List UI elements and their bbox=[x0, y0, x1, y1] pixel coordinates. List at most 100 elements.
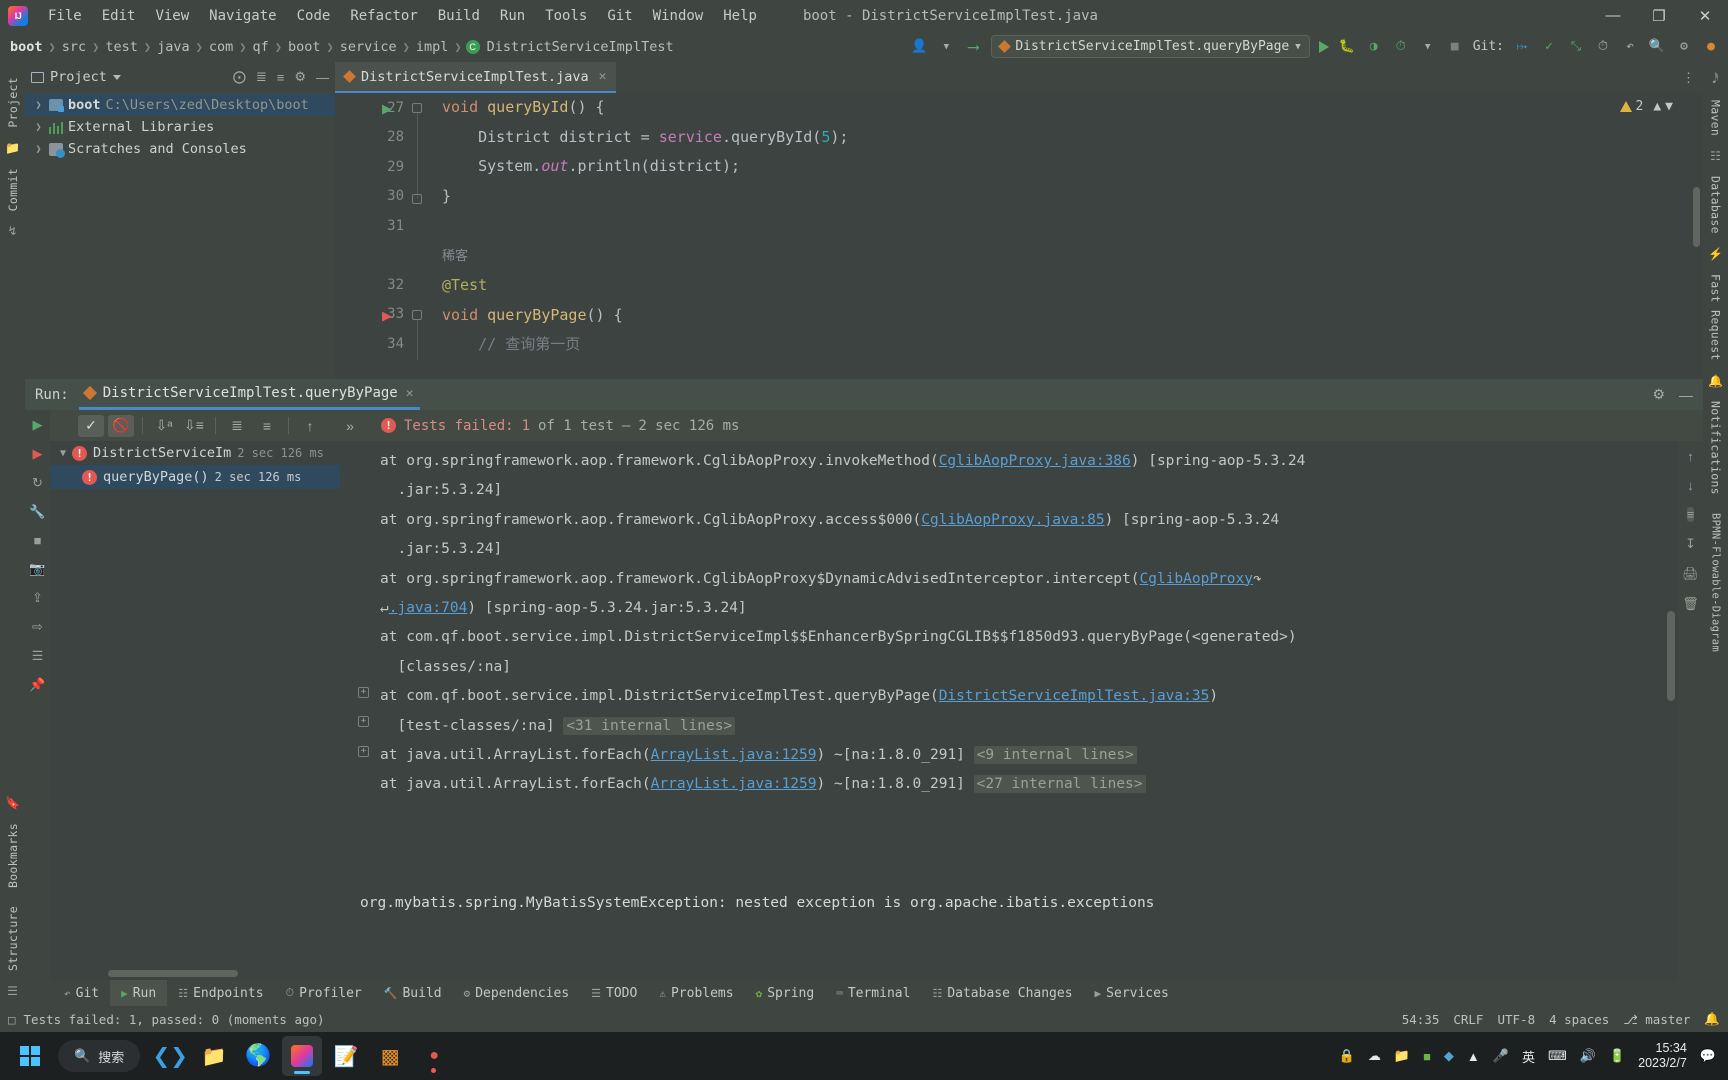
breadcrumb-com[interactable]: com bbox=[207, 39, 235, 55]
inspection-widget[interactable]: 2 ▲ ▼ bbox=[1619, 99, 1673, 114]
commit-icon[interactable]: ↯ bbox=[7, 220, 17, 242]
taskbar-notes-icon[interactable]: 📝 bbox=[326, 1036, 366, 1076]
tray-mic-icon[interactable]: 🎤 bbox=[1493, 1048, 1509, 1064]
breadcrumb-boot[interactable]: boot bbox=[8, 39, 45, 55]
status-message[interactable]: Tests failed: 1, passed: 0 (moments ago) bbox=[24, 1012, 325, 1027]
tray-ime-label[interactable]: 英 bbox=[1522, 1047, 1535, 1066]
bottom-item-dependencies[interactable]: ⚙ Dependencies bbox=[453, 980, 581, 1006]
breadcrumb-boot2[interactable]: boot bbox=[286, 39, 323, 55]
bottom-item-build[interactable]: 🔨 Build bbox=[373, 980, 453, 1006]
menu-build[interactable]: Build bbox=[428, 5, 490, 27]
tray-chevron-up-icon[interactable]: ▲ bbox=[1467, 1049, 1480, 1064]
project-tree-item-scratches[interactable]: ❯ Scratches and Consoles bbox=[25, 138, 335, 160]
tray-battery-icon[interactable]: 🔋 bbox=[1609, 1048, 1625, 1064]
wrench-icon[interactable]: 🔧 bbox=[29, 504, 45, 520]
menu-tools[interactable]: Tools bbox=[535, 5, 597, 27]
tray-lock-icon[interactable]: 🔒 bbox=[1339, 1048, 1355, 1064]
bookmarks-icon[interactable]: 🔖 bbox=[5, 792, 20, 814]
menu-code[interactable]: Code bbox=[287, 5, 341, 27]
minimize-button[interactable]: — bbox=[1590, 0, 1636, 31]
run-test-success-gutter-icon[interactable]: ▶ bbox=[382, 101, 400, 119]
bottom-item-todo[interactable]: ☰ TODO bbox=[580, 980, 648, 1006]
tray-volume-icon[interactable]: 🔊 bbox=[1580, 1048, 1596, 1064]
rail-commit[interactable]: Commit bbox=[6, 159, 20, 220]
stacktrace-link[interactable]: CglibAopProxy.java:85 bbox=[921, 512, 1104, 528]
run-coverage-button[interactable]: ◑ bbox=[1365, 38, 1383, 56]
chevron-down-icon[interactable]: ▼ bbox=[1665, 99, 1673, 114]
stacktrace-link[interactable]: CglibAopProxy.java:386 bbox=[939, 453, 1131, 469]
chevron-right-icon[interactable]: ❯ bbox=[33, 144, 44, 155]
history-icon[interactable]: ☰ bbox=[32, 648, 44, 664]
caret-position[interactable]: 54:35 bbox=[1402, 1012, 1440, 1027]
pin-icon[interactable]: 📌 bbox=[29, 677, 45, 693]
more-options-icon[interactable]: ⋮ bbox=[1682, 70, 1695, 86]
chevron-up-icon[interactable]: ▲ bbox=[1653, 99, 1661, 114]
bottom-item-database-changes[interactable]: ☷ Database Changes bbox=[921, 980, 1083, 1006]
scroll-down-icon[interactable]: ↓ bbox=[1687, 478, 1694, 493]
notification-center-icon[interactable]: 💬 bbox=[1700, 1048, 1716, 1064]
show-passed-toggle[interactable]: ✓ bbox=[78, 414, 104, 437]
git-update-icon[interactable]: ⤠ bbox=[1513, 38, 1531, 56]
internal-lines-badge[interactable]: <9 internal lines> bbox=[973, 746, 1137, 765]
chevron-down-icon[interactable] bbox=[112, 74, 121, 80]
chevron-right-icon[interactable]: ❯ bbox=[33, 122, 44, 133]
stacktrace-link[interactable]: .java:704 bbox=[389, 600, 468, 616]
import-icon[interactable]: ⇨ bbox=[32, 619, 43, 635]
test-tree-row-class[interactable]: ▼ ! DistrictServiceIm 2 sec 126 ms bbox=[50, 441, 340, 465]
run-configuration-selector[interactable]: DistrictServiceImplTest.queryByPage ▼ bbox=[991, 35, 1310, 58]
internal-lines-badge[interactable]: <31 internal lines> bbox=[563, 716, 736, 735]
undo-icon[interactable]: ↶ bbox=[1621, 38, 1639, 56]
menu-git[interactable]: Git bbox=[597, 5, 642, 27]
stacktrace-link[interactable]: ArrayList.java:1259 bbox=[651, 747, 817, 763]
collapse-all-icon[interactable]: ≡ bbox=[277, 70, 285, 85]
stacktrace-link[interactable]: ArrayList.java:1259 bbox=[651, 776, 817, 792]
bottom-item-run[interactable]: ▶ Run bbox=[110, 980, 168, 1006]
settings-gear-icon[interactable]: ⚙ bbox=[1652, 386, 1665, 403]
stop-icon[interactable]: ■ bbox=[34, 533, 42, 548]
rail-bookmarks[interactable]: Bookmarks bbox=[6, 814, 20, 897]
close-icon[interactable]: ✕ bbox=[599, 69, 607, 84]
git-history-icon[interactable]: ⏱ bbox=[1594, 38, 1612, 56]
expand-all-button[interactable]: ≣ bbox=[224, 415, 250, 437]
settings-gear-icon[interactable]: ⚙ bbox=[1675, 38, 1693, 56]
stacktrace-link[interactable]: CglibAopProxy bbox=[1140, 571, 1254, 587]
tray-keyboard-icon[interactable]: ⌨ bbox=[1548, 1048, 1567, 1064]
clear-all-icon[interactable]: 🗑 bbox=[1682, 596, 1699, 612]
close-button[interactable]: ✕ bbox=[1682, 0, 1728, 31]
menu-navigate[interactable]: Navigate bbox=[199, 5, 286, 27]
bottom-item-terminal[interactable]: ⌨ Terminal bbox=[825, 980, 921, 1006]
taskbar-intellij-icon[interactable] bbox=[282, 1036, 323, 1076]
menu-refactor[interactable]: Refactor bbox=[340, 5, 427, 27]
rail-project[interactable]: Project bbox=[6, 68, 20, 137]
breadcrumb-qf[interactable]: qf bbox=[251, 39, 271, 55]
settings-gear-icon[interactable]: ⚙ bbox=[294, 69, 306, 85]
test-console-output[interactable]: + + + at org.springframework.aop.framewo… bbox=[340, 441, 1678, 980]
code-content[interactable]: void queryById() { District district = s… bbox=[424, 93, 1703, 379]
chevron-right-icon[interactable]: ❯ bbox=[33, 100, 44, 111]
hide-icon[interactable]: — bbox=[316, 70, 329, 85]
taskbar-clock[interactable]: 15:34 2023/2/7 bbox=[1638, 1041, 1687, 1071]
project-tree-item-external-libraries[interactable]: ❯ External Libraries bbox=[25, 116, 335, 138]
database-icon[interactable]: ☷ bbox=[1710, 145, 1721, 167]
taskbar-recorder-icon[interactable]: ● bbox=[414, 1036, 454, 1076]
test-tree-row-method[interactable]: ! queryByPage() 2 sec 126 ms bbox=[50, 465, 340, 489]
indent-setting[interactable]: 4 spaces bbox=[1549, 1012, 1609, 1027]
more-actions-button[interactable]: » bbox=[337, 415, 363, 437]
expand-stacktrace-icon[interactable]: + bbox=[358, 716, 369, 727]
internal-lines-badge[interactable]: <27 internal lines> bbox=[973, 775, 1146, 794]
tab-district-service-impl-test[interactable]: DistrictServiceImplTest.java ✕ bbox=[335, 62, 617, 93]
soft-wrap-icon[interactable]: ≡ bbox=[1686, 507, 1695, 522]
bottom-item-profiler[interactable]: ⏱ Profiler bbox=[275, 980, 373, 1006]
chevron-down-icon[interactable]: ▼ bbox=[937, 38, 955, 56]
menu-edit[interactable]: Edit bbox=[92, 5, 146, 27]
start-button[interactable] bbox=[8, 1036, 52, 1076]
rail-structure[interactable]: Structure bbox=[6, 897, 20, 980]
test-tree-horizontal-scrollbar[interactable] bbox=[108, 970, 238, 977]
console-scrollbar-thumb[interactable] bbox=[1667, 611, 1675, 701]
print-icon[interactable]: 🖨 bbox=[1682, 566, 1699, 582]
menu-view[interactable]: View bbox=[145, 5, 199, 27]
tray-cloud-icon[interactable]: ☁ bbox=[1368, 1048, 1381, 1064]
taskbar-chrome-icon[interactable]: 🌎 bbox=[238, 1036, 278, 1076]
profiler-button[interactable]: ⏱ bbox=[1392, 38, 1410, 56]
menu-window[interactable]: Window bbox=[643, 5, 714, 27]
